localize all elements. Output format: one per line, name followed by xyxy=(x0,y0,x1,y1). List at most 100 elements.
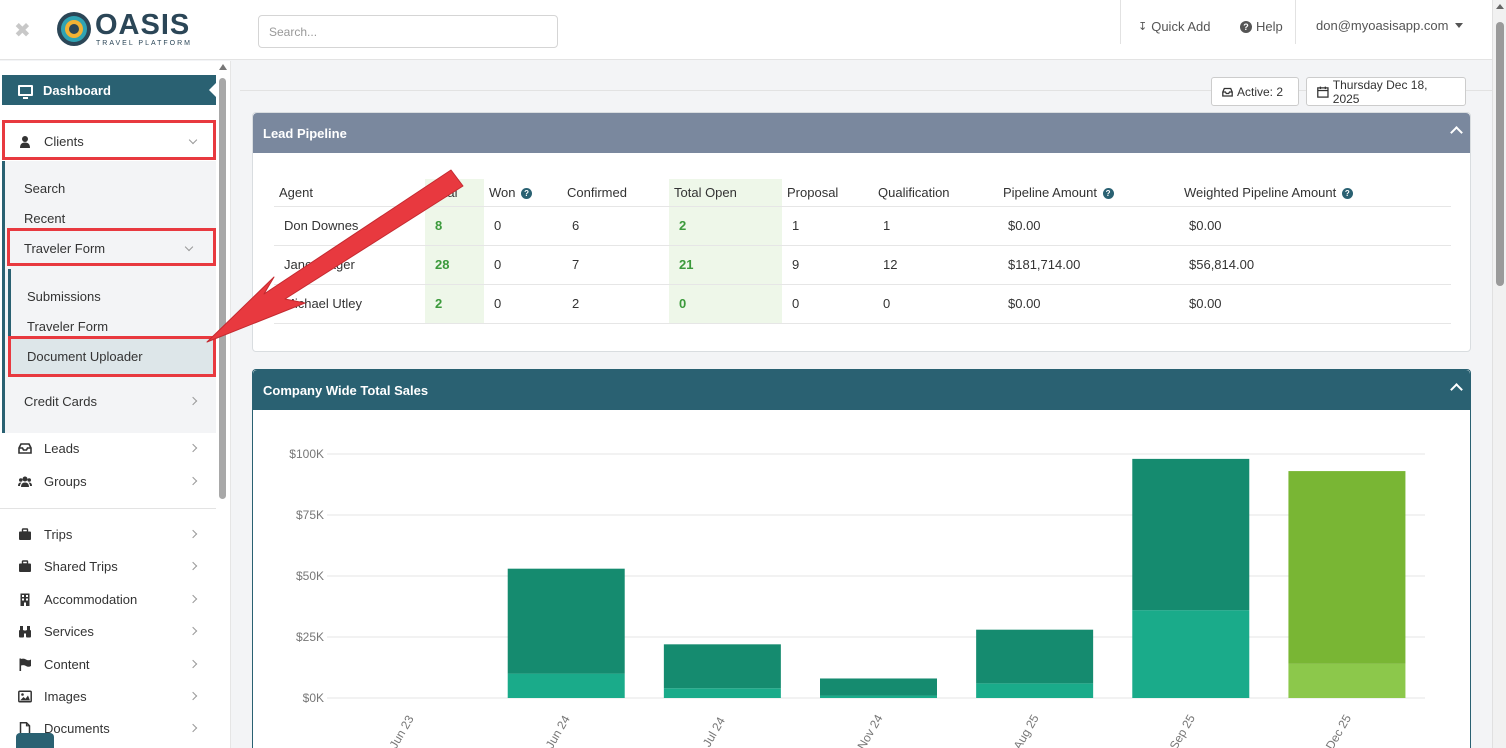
chevron-up-icon[interactable] xyxy=(1450,383,1463,396)
sidebar-item-shared-trips[interactable]: Shared Trips xyxy=(0,552,216,580)
sidebar-item-label: Documents xyxy=(44,720,110,736)
question-icon: ? xyxy=(1240,20,1252,33)
sidebar-item-label: Traveler Form xyxy=(27,318,109,334)
table-cell: 2 xyxy=(669,205,782,245)
bar-segment xyxy=(1132,610,1250,698)
table-cell: $0.00 xyxy=(1179,283,1451,323)
help-button[interactable]: ? Help xyxy=(1240,19,1283,34)
scrollbar-thumb[interactable] xyxy=(219,78,226,499)
question-icon[interactable]: ? xyxy=(1102,187,1114,199)
help-label: Help xyxy=(1256,19,1283,34)
y-tick-label: $25K xyxy=(296,630,324,644)
sidebar-item-label: Shared Trips xyxy=(44,558,118,574)
quick-add-button[interactable]: ↧ Quick Add xyxy=(1138,19,1210,34)
active-count-button[interactable]: Active: 2 xyxy=(1211,77,1299,106)
table-row[interactable]: Don Downes 8 0 6 2 1 1 $0.00 $0.00 xyxy=(274,205,1451,245)
x-tick-label: Jun 24 xyxy=(543,713,573,748)
sidebar-item-submissions[interactable]: Submissions xyxy=(0,282,216,310)
bar-segment xyxy=(507,673,625,698)
y-tick-label: $0K xyxy=(303,691,324,705)
building-icon xyxy=(20,593,30,606)
question-icon[interactable]: ? xyxy=(521,187,533,199)
status-bar xyxy=(240,73,1492,91)
inbox-icon xyxy=(18,442,32,454)
table-row[interactable]: Janet Hager 28 0 7 21 9 12 $181,714.00 $… xyxy=(274,244,1451,284)
chevron-down-icon xyxy=(1455,23,1464,28)
divider xyxy=(0,508,216,509)
table-cell: 0 xyxy=(484,283,562,323)
current-date: Thursday Dec 18, 2025 xyxy=(1332,77,1428,106)
table-cell: 12 xyxy=(873,244,998,284)
sidebar-item-services[interactable]: Services xyxy=(0,617,216,645)
table-cell: 7 xyxy=(562,244,669,284)
y-tick-label: $75K xyxy=(296,508,324,522)
lead-pipeline-panel: Lead Pipeline Agent Total Won ? Confirme… xyxy=(252,112,1471,352)
column-header: Agent xyxy=(279,184,313,200)
sales-panel: Company Wide Total Sales $0K $25K $50K $75K… xyxy=(252,369,1471,748)
table-cell: $0.00 xyxy=(998,283,1179,323)
column-header: Weighted Pipeline Amount ? xyxy=(1179,179,1451,206)
sidebar-item-search[interactable]: Search xyxy=(0,174,216,202)
sidebar-item-dashboard[interactable]: Dashboard xyxy=(2,75,217,105)
chevron-right-icon xyxy=(188,626,198,636)
chevron-right-icon xyxy=(188,659,198,669)
search-input[interactable] xyxy=(258,15,558,48)
bar-segment xyxy=(663,688,781,698)
sidebar-item-content[interactable]: Content xyxy=(0,650,216,678)
panel-title: Company Wide Total Sales xyxy=(263,382,429,398)
sidebar-item-label: Search xyxy=(24,180,66,196)
x-tick-label: Dec 25 xyxy=(1323,712,1354,748)
table-cell: $181,714.00 xyxy=(998,244,1179,284)
logo-text: OASIS xyxy=(95,9,191,41)
table-cell: 21 xyxy=(669,244,782,284)
scrollbar-thumb[interactable] xyxy=(1496,22,1504,286)
sidebar-scrollbar[interactable] xyxy=(217,61,229,748)
oasis-logo[interactable]: OASIS TRAVEL PLATFORM xyxy=(55,9,195,49)
window-scrollbar[interactable] xyxy=(1492,0,1506,748)
x-tick-label: Nov 24 xyxy=(854,712,885,748)
logo-subtitle: TRAVEL PLATFORM xyxy=(96,40,192,47)
divider xyxy=(1120,0,1121,44)
highlight-box xyxy=(2,120,216,160)
arrow-down-icon: ↧ xyxy=(1138,20,1148,33)
users-icon xyxy=(18,476,32,487)
table-cell: 28 xyxy=(425,244,484,284)
calendar-icon xyxy=(1317,86,1329,98)
table-cell: 2 xyxy=(562,283,669,323)
table-cell: 2 xyxy=(425,283,484,323)
sales-header: Company Wide Total Sales xyxy=(253,370,1470,410)
scroll-up-icon[interactable] xyxy=(219,64,227,70)
chevron-right-icon xyxy=(188,594,198,604)
panel-title: Lead Pipeline xyxy=(263,125,347,141)
chevron-right-icon xyxy=(188,396,198,406)
chevron-right-icon xyxy=(188,723,198,733)
sidebar-item-images[interactable]: Images xyxy=(0,682,216,710)
table-cell: 0 xyxy=(873,283,998,323)
table-cell: $0.00 xyxy=(1179,205,1451,245)
sidebar: Dashboard Clients Search Recent Traveler… xyxy=(0,61,231,748)
x-tick-label: Jun 23 xyxy=(387,713,417,748)
agent-cell: Michael Utley xyxy=(274,283,425,323)
scroll-up-icon[interactable] xyxy=(1496,4,1504,9)
lead-pipeline-table: Agent Total Won ? Confirmed Total Open P… xyxy=(274,179,1451,324)
y-tick-label: $100K xyxy=(289,447,324,461)
sidebar-item-credit-cards[interactable]: Credit Cards xyxy=(0,387,216,415)
sidebar-item-groups[interactable]: Groups xyxy=(0,467,216,495)
chevron-right-icon xyxy=(188,529,198,539)
sidebar-item-leads[interactable]: Leads xyxy=(0,434,216,462)
table-cell: 0 xyxy=(484,205,562,245)
sidebar-item-document-uploader[interactable]: Document Uploader xyxy=(0,342,216,370)
sidebar-item-trips[interactable]: Trips xyxy=(0,520,216,548)
date-button[interactable]: Thursday Dec 18, 2025 xyxy=(1306,77,1466,106)
table-cell: 0 xyxy=(484,244,562,284)
close-icon[interactable]: ✖ xyxy=(14,18,32,42)
user-menu[interactable]: don@myoasisapp.com xyxy=(1316,18,1464,33)
table-row[interactable]: Michael Utley 2 0 2 0 0 0 $0.00 $0.00 xyxy=(274,283,1451,323)
x-tick-label: Jul 24 xyxy=(700,714,728,748)
question-icon[interactable]: ? xyxy=(1341,187,1353,199)
chat-launcher-button[interactable] xyxy=(16,733,54,748)
chevron-up-icon[interactable] xyxy=(1450,126,1463,139)
sidebar-item-accommodation[interactable]: Accommodation xyxy=(0,585,216,613)
quick-add-label: Quick Add xyxy=(1151,19,1211,34)
agent-cell: Janet Hager xyxy=(274,244,425,284)
